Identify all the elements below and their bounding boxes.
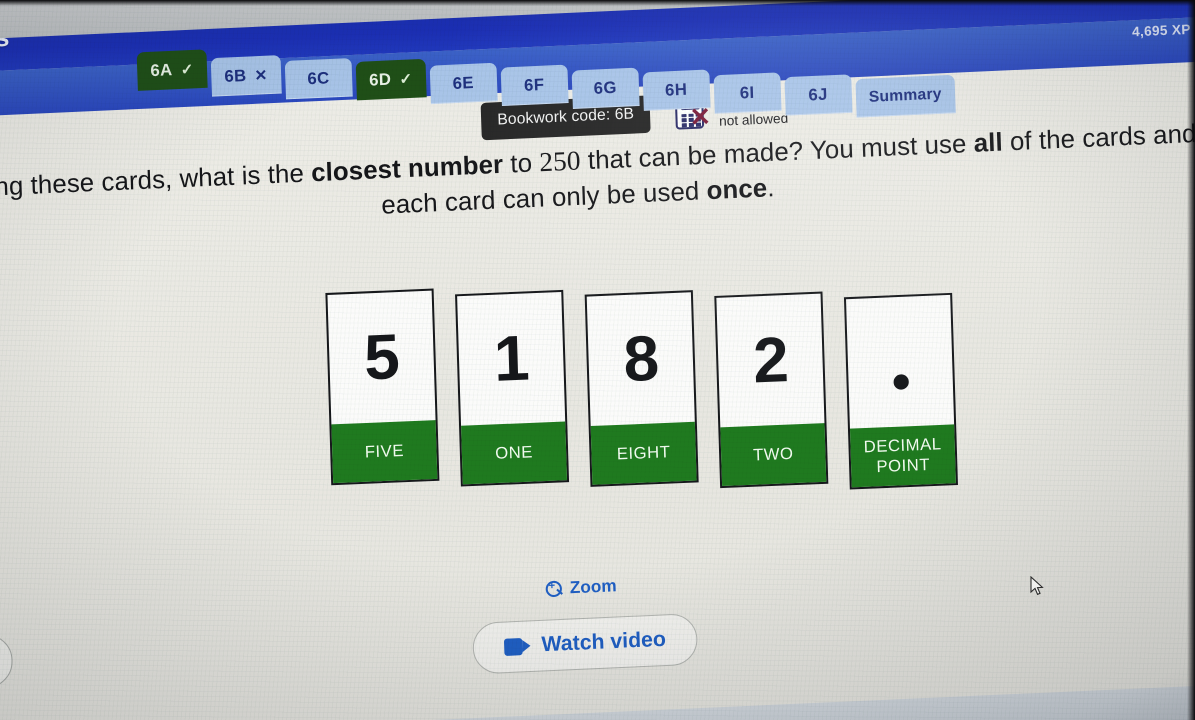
card-label-line-2: POINT [876, 455, 931, 477]
card-face: 1 [457, 292, 565, 426]
tab-summary[interactable]: Summary [855, 74, 956, 118]
watch-video-button[interactable]: Watch video [471, 612, 699, 675]
tab-6j[interactable]: 6J [784, 74, 853, 116]
tab-6h[interactable]: 6H [642, 69, 711, 111]
tab-label: 6B [224, 66, 247, 86]
tab-6i[interactable]: 6I [713, 72, 782, 114]
tab-label: 6C [307, 68, 330, 88]
card-label: EIGHT [590, 421, 697, 485]
card-digit: 1 [492, 322, 530, 395]
tab-label: 6F [523, 75, 545, 95]
card-decimal-point[interactable]: . DECIMAL POINT [843, 292, 958, 490]
card-label-line-1: ONE [494, 443, 534, 463]
tab-6e[interactable]: 6E [429, 62, 498, 105]
tab-label: 6G [593, 78, 618, 98]
card-face: . [846, 295, 954, 429]
card-digit: 2 [752, 323, 789, 397]
card-label: FIVE [331, 420, 438, 484]
screen-photo: your per... iCloud Avery Design & Prin..… [0, 0, 1195, 720]
q-target-number: 250 [538, 145, 582, 178]
card-face: 5 [327, 291, 435, 425]
question-page: Bookwork code: 6B ✕ Calculator not allow… [0, 58, 1195, 720]
zoom-label: Zoom [569, 576, 617, 598]
q-bold-once: once [706, 174, 768, 206]
previous-button[interactable]: vious [0, 633, 14, 693]
decimal-point-dot [892, 374, 909, 391]
photo-frame-right [1187, 0, 1195, 720]
card-eight[interactable]: 8 EIGHT [584, 290, 699, 487]
computer-screen: your per... iCloud Avery Design & Prin..… [0, 0, 1195, 720]
q-part-1: Using these cards, what is the [0, 159, 305, 204]
card-face: 2 [716, 294, 824, 428]
zoom-in-icon: + [545, 580, 563, 598]
tab-6c[interactable]: 6C [284, 58, 353, 100]
q-part-5: . [766, 174, 775, 203]
q-part-3: that can be made? You must use [580, 129, 975, 176]
q-bold-closest-number: closest number [310, 150, 504, 188]
card-one[interactable]: 1 ONE [455, 289, 570, 487]
tab-label: 6A [150, 60, 173, 80]
card-face: 8 [587, 292, 695, 426]
xp-count: 4,695 XP [1131, 21, 1191, 40]
tab-6f[interactable]: 6F [500, 64, 569, 107]
tab-label: 6J [808, 84, 829, 105]
tab-label: 6H [664, 80, 688, 100]
window-bottom-strip [0, 681, 1195, 720]
tab-6a[interactable]: 6A ✓ [136, 49, 208, 91]
tab-6b[interactable]: 6B ✕ [210, 55, 282, 97]
tab-label: 6E [452, 73, 475, 93]
card-digit: 5 [363, 320, 400, 394]
card-label-line-1: FIVE [364, 441, 405, 462]
tab-label: 6D [368, 69, 392, 90]
watch-video-label: Watch video [541, 627, 667, 657]
tab-6d[interactable]: 6D ✓ [355, 58, 427, 101]
card-digit: 8 [622, 322, 660, 395]
tab-6g[interactable]: 6G [571, 67, 640, 109]
photo-frame-top [0, 0, 1195, 6]
card-label: DECIMAL POINT [849, 424, 956, 488]
check-icon: ✓ [180, 61, 195, 79]
q-bold-all: all [973, 128, 1004, 158]
card-label-line-1: EIGHT [616, 442, 671, 464]
card-two[interactable]: 2 TWO [714, 291, 829, 489]
zoom-button[interactable]: + Zoom [0, 548, 1195, 628]
tab-label: 6I [739, 83, 755, 103]
number-cards: 5 FIVE 1 ONE 8 EIGHT 2 TWO DECIMAL POINT [325, 267, 958, 490]
cross-icon: ✕ [254, 66, 269, 85]
tab-label: Summary [868, 85, 942, 106]
check-icon: ✓ [399, 70, 413, 89]
card-label: TWO [720, 423, 827, 487]
video-camera-icon [503, 637, 531, 656]
card-five[interactable]: 5 FIVE [325, 288, 440, 486]
card-label-line-1: DECIMAL [863, 434, 942, 457]
card-label-line-1: TWO [752, 444, 794, 465]
q-part-2: to [502, 148, 540, 179]
card-label: ONE [461, 421, 567, 485]
